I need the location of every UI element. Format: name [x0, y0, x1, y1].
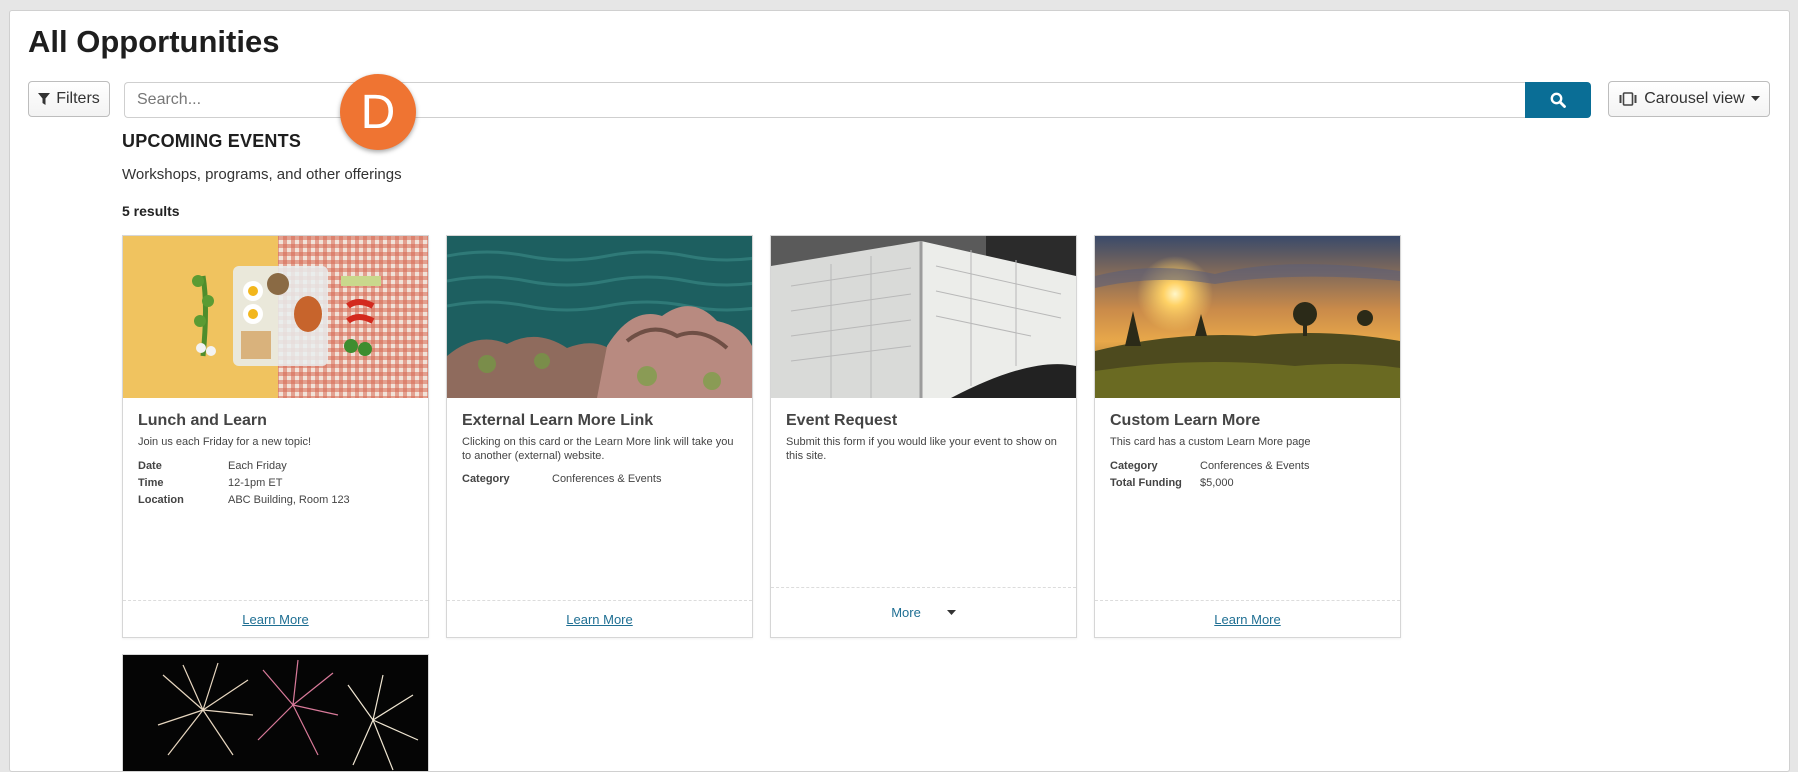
card-image-food — [123, 236, 428, 398]
meta-value: 12-1pm ET — [228, 477, 283, 489]
app-window: All Opportunities Filters Carousel view … — [9, 10, 1790, 772]
meta-value: Each Friday — [228, 460, 287, 472]
learn-more-link[interactable]: Learn More — [242, 612, 308, 627]
filters-button[interactable]: Filters — [28, 81, 110, 117]
meta-value: ABC Building, Room 123 — [228, 494, 350, 506]
opportunity-card-custom-learn-more[interactable]: Custom Learn More This card has a custom… — [1094, 235, 1401, 638]
opportunity-card-external-link[interactable]: External Learn More Link Clicking on thi… — [446, 235, 753, 638]
card-title: External Learn More Link — [462, 412, 654, 429]
card-title: Custom Learn More — [1110, 412, 1261, 429]
opportunity-card-fireworks[interactable] — [122, 654, 429, 771]
card-meta: Category Conferences & Events Total Fundi… — [1110, 458, 1390, 492]
search-button[interactable] — [1525, 82, 1591, 118]
meta-label: Time — [138, 477, 164, 489]
learn-more-link[interactable]: Learn More — [1214, 612, 1280, 627]
card-footer: Learn More — [447, 600, 752, 637]
card-description: Clicking on this card or the Learn More … — [462, 436, 734, 462]
page-title: All Opportunities — [28, 24, 280, 59]
card-image-fireworks — [123, 655, 428, 771]
meta-label: Date — [138, 460, 162, 472]
section-title: UPCOMING EVENTS — [122, 131, 302, 151]
card-description: Submit this form if you would like your … — [786, 436, 1057, 462]
card-footer: Learn More — [123, 600, 428, 637]
meta-value: Conferences & Events — [1200, 460, 1310, 472]
card-image-sunrise — [1095, 236, 1400, 398]
card-footer: Learn More — [1095, 600, 1400, 637]
results-count: 5 results — [122, 203, 180, 219]
search-input[interactable] — [124, 82, 1525, 118]
carousel-view-label: Carousel view — [1644, 90, 1745, 107]
meta-value: $5,000 — [1200, 477, 1234, 489]
card-footer: More — [771, 587, 1076, 637]
opportunity-card-lunch-and-learn[interactable]: Lunch and Learn Join us each Friday for … — [122, 235, 429, 638]
caret-down-icon — [1750, 96, 1760, 101]
meta-label: Location — [138, 494, 184, 506]
opportunity-card-event-request[interactable]: Event Request Submit this form if you wo… — [770, 235, 1077, 638]
carousel-view-dropdown[interactable]: Carousel view — [1608, 81, 1770, 117]
card-title: Event Request — [786, 412, 898, 429]
more-dropdown-link[interactable]: More — [891, 605, 921, 620]
card-description: This card has a custom Learn More page — [1110, 436, 1311, 448]
filters-button-label: Filters — [56, 90, 100, 107]
card-image-planner — [771, 236, 1076, 398]
section-subtitle: Workshops, programs, and other offerings — [122, 166, 402, 183]
search-icon — [1550, 92, 1566, 108]
meta-label: Category — [462, 473, 510, 485]
caret-down-icon[interactable] — [946, 609, 956, 616]
meta-value: Conferences & Events — [552, 473, 662, 485]
card-title: Lunch and Learn — [138, 412, 267, 429]
carousel-icon — [1619, 92, 1637, 106]
filter-icon — [38, 92, 51, 105]
card-meta: Category Conferences & Events — [462, 471, 742, 488]
avatar-badge: D — [340, 74, 416, 150]
card-image-coast — [447, 236, 752, 398]
meta-label: Category — [1110, 460, 1158, 472]
learn-more-link[interactable]: Learn More — [566, 612, 632, 627]
card-meta: Date Each Friday Time 12-1pm ET Location AB… — [138, 458, 418, 509]
card-description: Join us each Friday for a new topic! — [138, 436, 312, 448]
meta-label: Total Funding — [1110, 477, 1182, 489]
